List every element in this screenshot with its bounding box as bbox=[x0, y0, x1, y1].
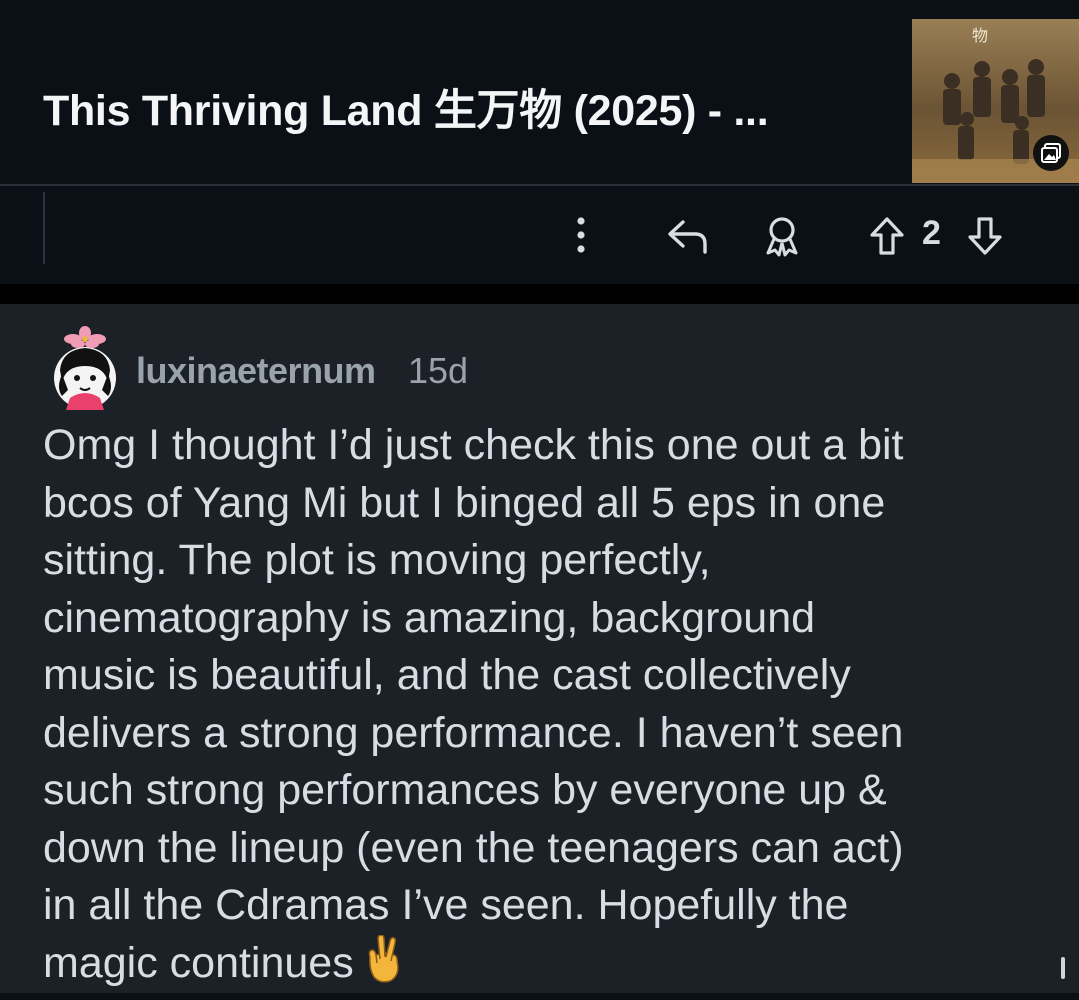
crossed-fingers-icon bbox=[360, 935, 404, 1000]
comment-body: Omg I thought I’d just check this one ou… bbox=[43, 417, 1053, 1000]
post-title[interactable]: This Thriving Land 生万物 (2025) - ... bbox=[43, 76, 883, 138]
comment-username[interactable]: luxinaeternum bbox=[136, 350, 376, 392]
more-vertical-icon[interactable] bbox=[566, 212, 596, 258]
section-separator bbox=[0, 284, 1079, 304]
thread-line bbox=[43, 192, 45, 264]
downvote-icon[interactable] bbox=[964, 212, 1006, 260]
post-header[interactable]: This Thriving Land 生万物 (2025) - ... 物 bbox=[0, 0, 1079, 184]
vote-count: 2 bbox=[922, 214, 941, 253]
avatar[interactable] bbox=[48, 326, 122, 410]
comment: luxinaeternum 15d Omg I thought I’d just… bbox=[0, 304, 1079, 993]
comment-body-text: Omg I thought I’d just check this one ou… bbox=[43, 421, 904, 987]
award-icon[interactable] bbox=[760, 214, 804, 258]
svg-text:物: 物 bbox=[972, 26, 988, 45]
scrollbar-thumb[interactable] bbox=[1061, 957, 1065, 979]
comment-timestamp: 15d bbox=[408, 350, 468, 392]
reply-icon[interactable] bbox=[664, 214, 710, 258]
gallery-icon bbox=[1033, 135, 1069, 171]
post-thumbnail[interactable]: 物 bbox=[912, 19, 1079, 183]
upvote-icon[interactable] bbox=[866, 212, 908, 260]
post-action-bar: 2 bbox=[0, 186, 1079, 284]
